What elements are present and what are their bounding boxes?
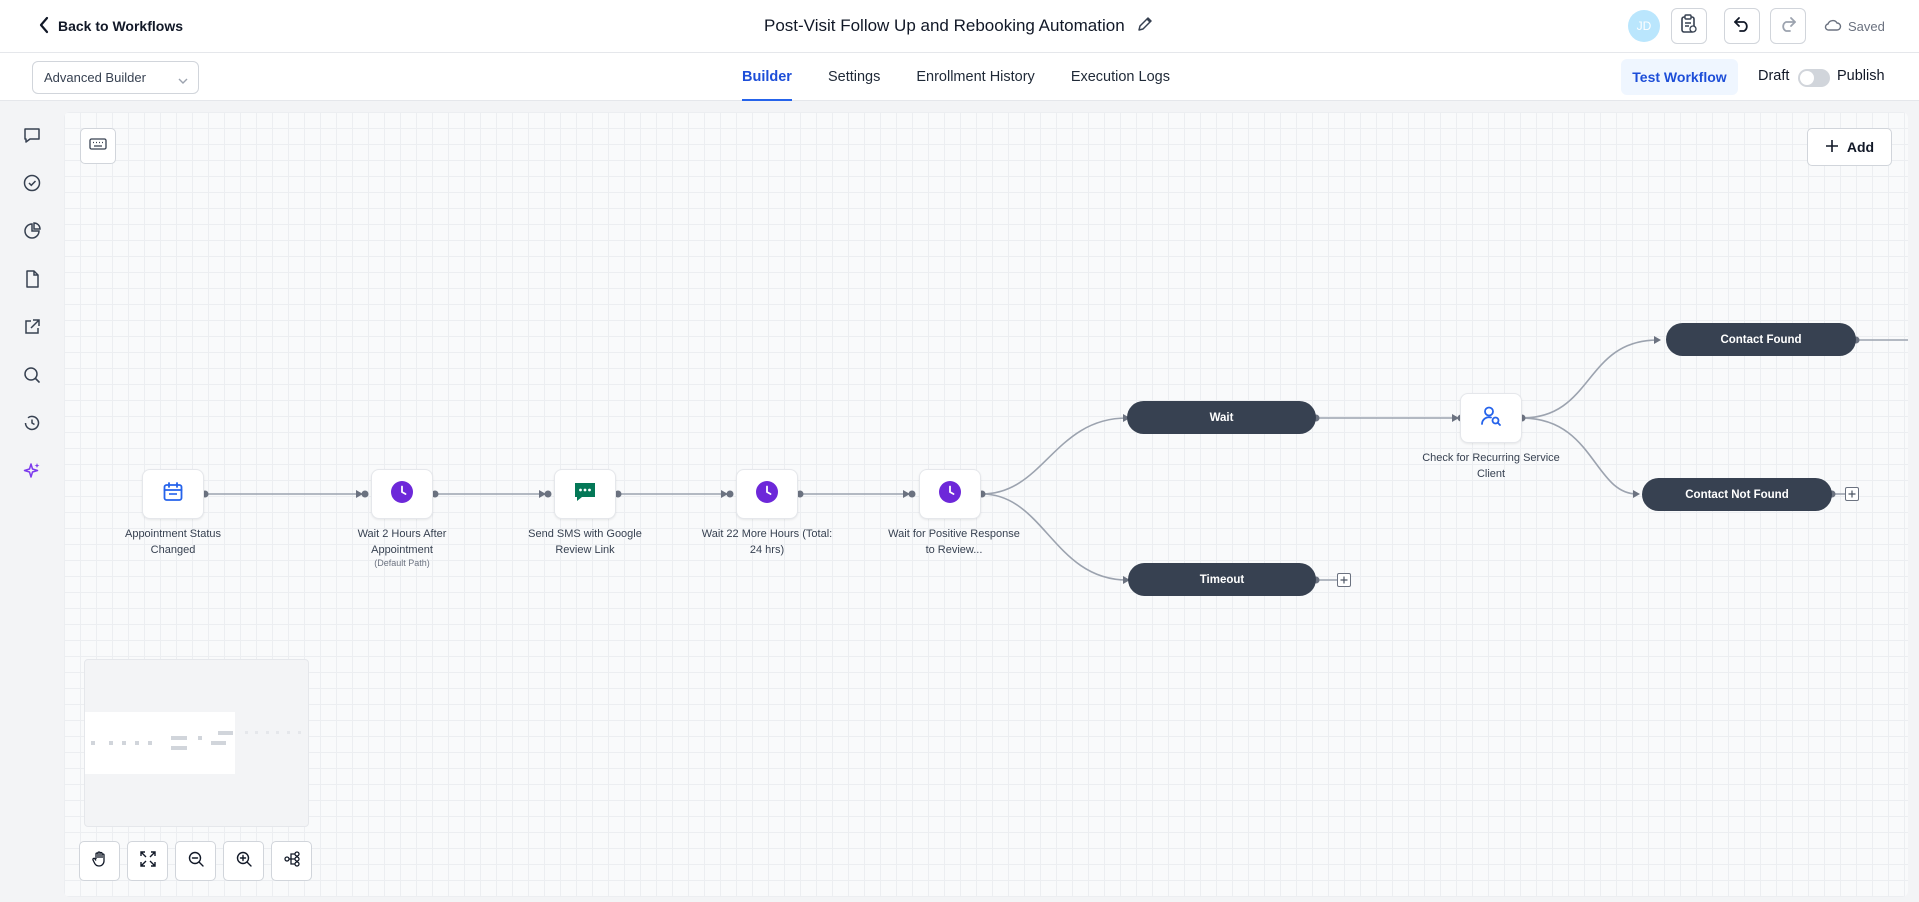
plus-icon [1340, 571, 1348, 589]
edit-pencil-icon[interactable] [1137, 16, 1153, 37]
default-path-label: (Default Path) [374, 558, 430, 568]
plus-icon [1848, 485, 1856, 503]
undo-button[interactable] [1724, 8, 1760, 44]
clock-icon [390, 480, 414, 509]
workflow-title: Post-Visit Follow Up and Rebooking Autom… [764, 16, 1125, 35]
cloud-icon [1824, 18, 1842, 35]
wait-node-1[interactable] [371, 469, 433, 519]
add-node-button[interactable]: Add [1807, 128, 1892, 166]
add-step-button-not-found[interactable] [1845, 487, 1859, 501]
plus-icon [1825, 139, 1839, 156]
sms-node[interactable] [554, 469, 616, 519]
contact-not-found-pill[interactable]: Contact Not Found [1642, 478, 1832, 511]
contact-found-pill[interactable]: Contact Found [1666, 323, 1856, 356]
wait-branch-pill[interactable]: Wait [1127, 401, 1316, 434]
pan-tool-button[interactable] [79, 841, 120, 881]
fit-view-button[interactable] [127, 841, 168, 881]
canvas-controls [79, 841, 312, 881]
redo-button[interactable] [1770, 8, 1806, 44]
publish-label: Publish [1837, 68, 1885, 84]
check-circle-icon[interactable] [20, 171, 44, 195]
zoom-out-icon [187, 850, 205, 873]
undo-icon [1733, 16, 1751, 37]
minimap-preview [85, 712, 301, 774]
builder-mode-value: Advanced Builder [44, 70, 146, 85]
tab-settings[interactable]: Settings [828, 53, 880, 101]
wait-node-2[interactable] [736, 469, 798, 519]
chevron-left-icon [38, 16, 50, 37]
pie-chart-icon[interactable] [20, 219, 44, 243]
top-bar: Back to Workflows Post-Visit Follow Up a… [0, 0, 1919, 53]
hand-icon [91, 850, 109, 873]
workflow-tabs: Builder Settings Enrollment History Exec… [742, 53, 1206, 101]
tab-builder[interactable]: Builder [742, 53, 792, 101]
draft-label: Draft [1758, 68, 1790, 84]
back-to-workflows-link[interactable]: Back to Workflows [38, 14, 183, 38]
zoom-in-icon [235, 850, 253, 873]
back-label: Back to Workflows [58, 18, 183, 34]
zoom-in-button[interactable] [223, 841, 264, 881]
timeout-branch-pill[interactable]: Timeout [1128, 563, 1316, 596]
tab-enrollment-history[interactable]: Enrollment History [916, 53, 1034, 101]
search-icon[interactable] [20, 363, 44, 387]
avatar[interactable]: JD [1628, 10, 1660, 42]
left-sidebar [0, 101, 64, 902]
file-icon[interactable] [20, 267, 44, 291]
wait-for-response-label: Wait for Positive Response to Review... [888, 528, 1020, 556]
workflow-connectors [201, 336, 1908, 584]
clipboard-icon [1680, 13, 1698, 39]
wait-node-1-title: Wait 2 Hours After Appointment [357, 528, 447, 556]
sparkles-icon[interactable] [20, 459, 44, 483]
workflow-tree-icon [283, 850, 301, 873]
clock-icon [755, 480, 779, 509]
trigger-node-label: Appointment Status Changed [124, 528, 221, 556]
wait-node-2-label: Wait 22 More Hours (Total: 24 hrs) [701, 528, 833, 556]
clipboard-check-button[interactable] [1671, 8, 1707, 44]
workflow-canvas[interactable]: Add Appointment Status Changed Wait 2 Ho… [64, 112, 1908, 897]
sms-node-label: Send SMS with Google Review Link [528, 528, 642, 556]
chat-icon[interactable] [20, 123, 44, 147]
save-status: Saved [1824, 16, 1885, 36]
clock-icon [938, 480, 962, 509]
redo-icon [1779, 16, 1797, 37]
tab-execution-logs[interactable]: Execution Logs [1071, 53, 1170, 101]
expand-icon [139, 850, 157, 873]
check-recurring-client-node[interactable] [1460, 393, 1522, 443]
external-link-icon[interactable] [20, 315, 44, 339]
saved-label: Saved [1848, 18, 1885, 34]
minimap[interactable] [84, 659, 309, 827]
test-workflow-button[interactable]: Test Workflow [1621, 59, 1738, 95]
publish-toggle[interactable] [1798, 69, 1830, 87]
history-icon[interactable] [20, 411, 44, 435]
message-icon [573, 480, 597, 509]
builder-mode-select[interactable]: Advanced Builder [32, 61, 199, 94]
chevron-down-icon [178, 73, 188, 88]
user-search-icon [1479, 404, 1503, 433]
wait-node-1-label: Wait 2 Hours After Appointment (Default … [332, 526, 472, 569]
trigger-node[interactable] [142, 469, 204, 519]
add-label: Add [1846, 139, 1875, 155]
auto-layout-button[interactable] [271, 841, 312, 881]
calendar-icon [161, 480, 185, 509]
wait-for-response-node[interactable] [919, 469, 981, 519]
check-recurring-client-label: Check for Recurring Service Client [1422, 452, 1560, 480]
keyboard-shortcuts-button[interactable] [80, 128, 116, 164]
keyboard-icon [89, 137, 107, 155]
sub-navigation: Advanced Builder Builder Settings Enroll… [0, 53, 1919, 101]
zoom-out-button[interactable] [175, 841, 216, 881]
add-step-button-timeout[interactable] [1337, 573, 1351, 587]
